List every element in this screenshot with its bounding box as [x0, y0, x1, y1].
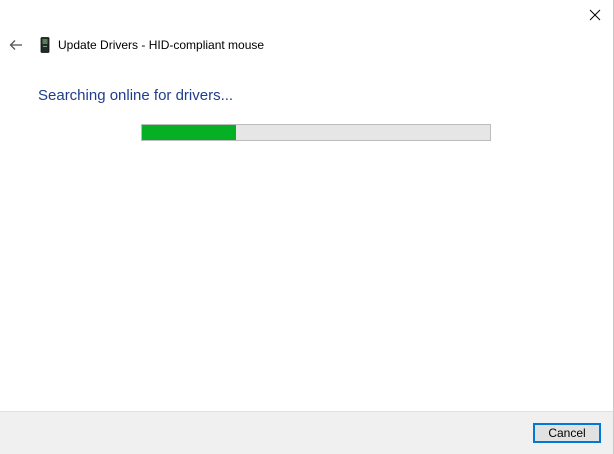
update-drivers-dialog: Update Drivers - HID-compliant mouse Sea… — [0, 0, 614, 454]
cancel-button[interactable]: Cancel — [533, 423, 601, 443]
close-icon — [589, 9, 601, 21]
mouse-device-icon — [40, 37, 50, 53]
progress-bar — [141, 124, 491, 141]
progress-bar-fill — [142, 125, 236, 140]
back-arrow-icon — [9, 40, 22, 50]
close-button[interactable] — [584, 5, 606, 25]
dialog-footer: Cancel — [0, 411, 613, 454]
back-button[interactable] — [7, 36, 25, 54]
status-heading: Searching online for drivers... — [38, 87, 234, 104]
dialog-title: Update Drivers - HID-compliant mouse — [58, 38, 265, 52]
